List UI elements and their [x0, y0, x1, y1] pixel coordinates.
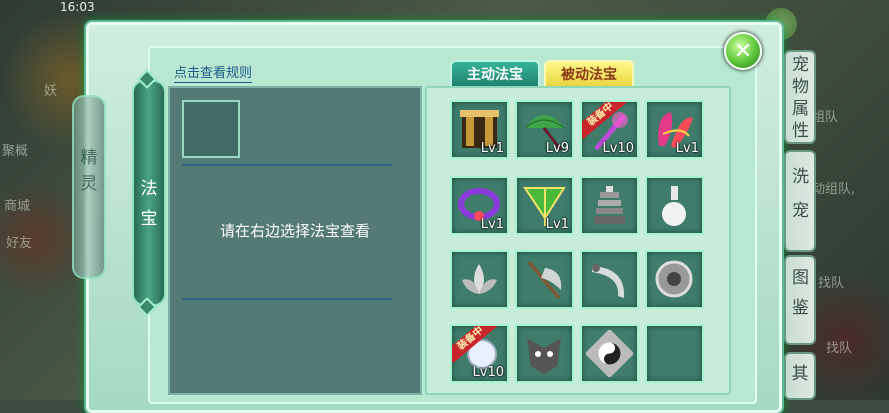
tab-wash-pet[interactable]: 洗宠 — [784, 150, 816, 252]
tab-handbook[interactable]: 图鉴 — [784, 255, 816, 345]
divider — [182, 164, 392, 166]
treasure-slot[interactable] — [580, 250, 639, 309]
level-label: Lv10 — [472, 365, 504, 380]
bg-hint: 找队 — [826, 341, 853, 356]
treasure-slot[interactable] — [515, 324, 574, 383]
treasure-slot[interactable]: 装备中 Lv10 — [580, 100, 639, 159]
level-label: Lv9 — [545, 141, 569, 156]
treasure-slot[interactable]: Lv1 — [515, 176, 574, 235]
level-label: Lv1 — [675, 141, 699, 156]
treasure-slot[interactable] — [580, 324, 639, 383]
bg-hint: 好友 — [6, 236, 33, 251]
level-label: Lv1 — [480, 217, 504, 232]
gear-wheel-icon — [655, 260, 693, 298]
tab-treasure-label: 法宝 — [140, 179, 158, 229]
divider — [182, 298, 392, 300]
treasure-slot-empty[interactable] — [645, 324, 704, 383]
bg-hint: 动组队, — [812, 182, 856, 197]
treasure-slot[interactable]: Lv1 — [450, 176, 509, 235]
treasure-slot[interactable] — [645, 176, 704, 235]
treasure-slot[interactable] — [645, 250, 704, 309]
tab-spirit-label: 精灵 — [80, 148, 98, 194]
tab-other[interactable]: 其 — [784, 352, 816, 400]
pagoda-icon — [594, 186, 625, 224]
vase-icon — [662, 186, 686, 226]
treasure-detail-panel: 请在右边选择法宝查看 — [168, 86, 422, 395]
tab-wash-pet-label: 洗宠 — [792, 167, 809, 221]
rules-link[interactable]: 点击查看规则 — [174, 62, 253, 83]
tab-other-label: 其 — [791, 364, 809, 384]
tab-handbook-label: 图鉴 — [792, 268, 809, 318]
bg-hint: 商城 — [4, 199, 31, 214]
yin-yang-icon — [586, 330, 633, 377]
treasure-slot[interactable]: 装备中 Lv10 — [450, 324, 509, 383]
selected-treasure-slot — [182, 100, 240, 158]
treasure-slot[interactable]: Lv1 — [450, 100, 509, 159]
tab-pet-attributes[interactable]: 宠物属性 — [784, 50, 816, 144]
lotus-icon — [462, 264, 497, 294]
close-button[interactable]: ✕ — [724, 32, 762, 70]
bg-hint: 找队 — [818, 276, 845, 291]
treasure-slot[interactable]: Lv1 — [645, 100, 704, 159]
bg-hint: 妖 — [44, 84, 58, 99]
treasure-slot[interactable] — [580, 176, 639, 235]
level-label: Lv1 — [480, 141, 504, 156]
treasure-grid: Lv1 Lv9 装备中 Lv10 Lv1 Lv1 Lv1 装备中 Lv10 — [425, 86, 731, 395]
tab-spirit[interactable]: 精灵 — [72, 95, 106, 279]
select-hint-text: 请在右边选择法宝查看 — [219, 222, 370, 240]
tab-treasure[interactable]: 法宝 — [132, 80, 166, 306]
demon-mask-icon — [527, 338, 561, 374]
level-label: Lv10 — [602, 141, 634, 156]
status-time: 16:03 — [60, 0, 95, 14]
hook-blade-icon — [592, 264, 625, 298]
axe-icon — [527, 260, 562, 300]
tab-pet-attributes-label: 宠物属性 — [792, 55, 809, 141]
treasure-slot[interactable]: Lv9 — [515, 100, 574, 159]
close-icon: ✕ — [733, 38, 753, 64]
treasure-slot[interactable] — [450, 250, 509, 309]
bg-hint: 聚概 — [2, 144, 29, 159]
level-label: Lv1 — [545, 217, 569, 232]
treasure-slot[interactable] — [515, 250, 574, 309]
